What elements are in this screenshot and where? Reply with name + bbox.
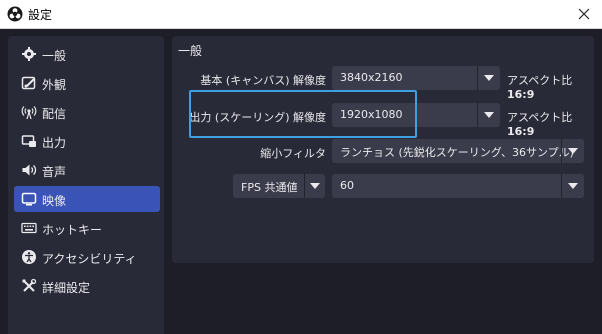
- chevron-down-icon: [304, 174, 325, 198]
- fps-value: 60: [340, 179, 354, 192]
- gear-icon: [22, 47, 36, 61]
- sidebar-item-stream[interactable]: 配信: [14, 99, 160, 125]
- aspect-value: 16:9: [507, 125, 535, 138]
- settings-window: 設定 一般 外観 配信 出力 音声 映像 ホットキー アクセシビリティ 詳細設定…: [0, 0, 602, 334]
- group-title: 一般: [178, 44, 203, 58]
- close-icon: [578, 8, 590, 20]
- sidebar-item-general[interactable]: 一般: [14, 41, 160, 67]
- fps-type-label: FPS 共通値: [241, 181, 298, 194]
- chevron-down-icon: [477, 103, 500, 127]
- sidebar-item-label: 外観: [42, 78, 67, 92]
- sidebar-item-label: 映像: [42, 194, 67, 208]
- title-bar: 設定: [0, 0, 602, 29]
- tools-icon: [22, 278, 37, 292]
- keyboard-icon: [21, 222, 37, 234]
- sidebar-item-accessibility[interactable]: アクセシビリティ: [14, 244, 160, 270]
- sidebar-item-output[interactable]: 出力: [14, 128, 160, 154]
- chevron-down-icon: [561, 174, 584, 198]
- sidebar-item-label: 詳細設定: [42, 281, 91, 295]
- appearance-icon: [21, 76, 36, 90]
- aspect-label: アスペクト比: [507, 74, 573, 87]
- sidebar-item-audio[interactable]: 音声: [14, 157, 160, 183]
- sidebar-item-appearance[interactable]: 外観: [14, 70, 160, 96]
- sidebar-item-label: アクセシビリティ: [42, 252, 137, 266]
- highlight-box: [189, 90, 417, 138]
- output-icon: [21, 135, 36, 147]
- base-resolution-value: 3840x2160: [340, 71, 403, 84]
- aspect-label: アスペクト比: [507, 111, 573, 124]
- monitor-icon: [21, 192, 37, 206]
- sidebar-item-label: 音声: [42, 165, 67, 179]
- downscale-filter-combo[interactable]: ランチョス (先鋭化スケーリング、36サンプル): [332, 139, 584, 163]
- sidebar-item-label: 出力: [42, 136, 67, 150]
- base-resolution-combo[interactable]: 3840x2160: [332, 66, 500, 90]
- settings-sidebar: 一般 外観 配信 出力 音声 映像 ホットキー アクセシビリティ 詳細設定: [8, 36, 164, 334]
- sidebar-item-label: 一般: [42, 49, 67, 63]
- aspect-value: 16:9: [507, 88, 535, 101]
- downscale-filter-label: 縮小フィルタ: [260, 147, 326, 160]
- sidebar-item-advanced[interactable]: 詳細設定: [14, 273, 160, 299]
- base-resolution-label: 基本 (キャンバス) 解像度: [200, 74, 326, 87]
- fps-type-dropdown[interactable]: FPS 共通値: [233, 174, 325, 198]
- broadcast-icon: [21, 106, 37, 120]
- chevron-down-icon: [561, 139, 584, 163]
- accessibility-icon: [22, 250, 36, 264]
- sidebar-item-video[interactable]: 映像: [14, 186, 160, 212]
- sidebar-item-label: ホットキー: [42, 223, 103, 237]
- fps-value-combo[interactable]: 60: [332, 174, 584, 198]
- chevron-down-icon: [477, 66, 500, 90]
- window-title: 設定: [28, 8, 53, 22]
- obs-logo-icon: [7, 6, 23, 22]
- base-aspect-ratio: アスペクト比 16:9: [507, 72, 602, 101]
- sidebar-item-hotkeys[interactable]: ホットキー: [14, 215, 160, 241]
- close-button[interactable]: [574, 4, 594, 24]
- output-aspect-ratio: アスペクト比 16:9: [507, 109, 602, 138]
- sidebar-item-label: 配信: [42, 107, 67, 121]
- downscale-filter-value: ランチョス (先鋭化スケーリング、36サンプル): [340, 146, 574, 159]
- speaker-icon: [22, 164, 37, 176]
